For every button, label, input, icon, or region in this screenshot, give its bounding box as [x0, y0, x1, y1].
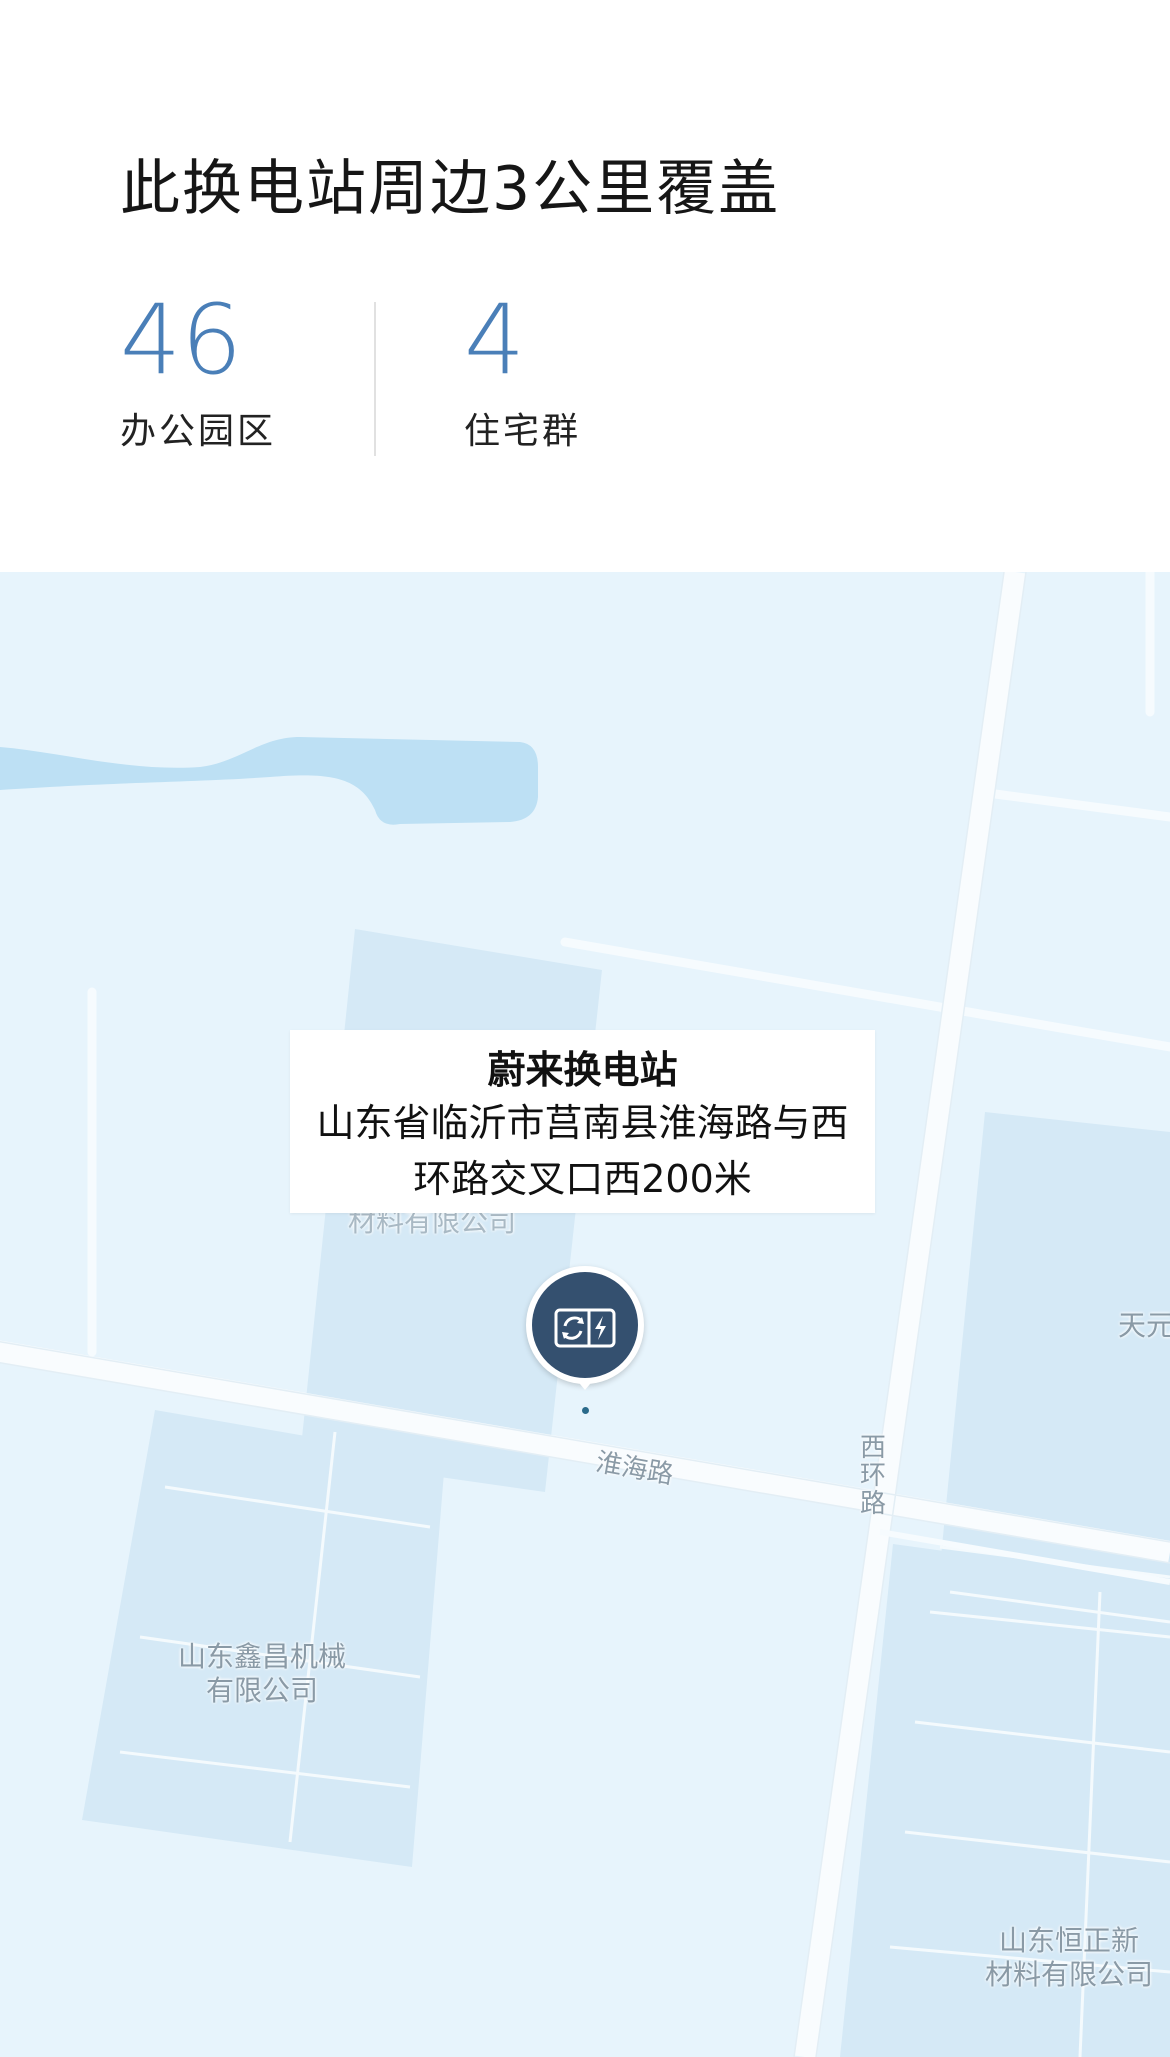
poi-label-hengzheng: 山东恒正新 材料有限公司	[985, 1924, 1153, 1992]
poi-label-hengzheng-line2: 材料有限公司	[985, 1958, 1154, 1991]
stat-divider	[374, 302, 376, 456]
station-name: 蔚来换电站	[487, 1048, 678, 1092]
river	[0, 737, 538, 825]
stat-office-parks: 46 办公园区	[120, 290, 276, 454]
coverage-header: 此换电站周边3公里覆盖 46 办公园区 4 住宅群	[0, 0, 1170, 572]
road-label-xihuan: 西环路	[860, 1434, 890, 1518]
marker-tail	[575, 1378, 595, 1390]
stat-residential-value: 4	[464, 284, 526, 396]
poi-label-xinchang: 山东鑫昌机械 有限公司	[178, 1640, 346, 1708]
poi-label-hengzheng-line1: 山东恒正新	[999, 1924, 1140, 1957]
station-popup[interactable]: 蔚来换电站 山东省临沂市莒南县淮海路与西环路交叉口西200米	[290, 1030, 875, 1213]
station-address: 山东省临沂市莒南县淮海路与西环路交叉口西200米	[316, 1101, 849, 1201]
stat-residential: 4 住宅群	[464, 290, 581, 454]
stat-office-parks-label: 办公园区	[120, 411, 277, 452]
battery-swap-icon	[554, 1308, 616, 1348]
poi-label-tianyuan: 天元	[1118, 1309, 1170, 1342]
poi-label-xinchang-line2: 有限公司	[206, 1674, 319, 1707]
block-lower-left	[82, 1410, 445, 1867]
station-marker[interactable]	[526, 1266, 644, 1390]
stat-office-parks-value: 46	[120, 284, 243, 396]
road-label-xihuan-text: 西环路	[860, 1433, 887, 1519]
stat-residential-label: 住宅群	[464, 411, 582, 452]
marker-location-dot	[582, 1407, 589, 1414]
page-title: 此换电站周边3公里覆盖	[120, 154, 781, 224]
poi-label-xinchang-line1: 山东鑫昌机械	[178, 1640, 347, 1673]
marker-badge	[532, 1272, 638, 1378]
